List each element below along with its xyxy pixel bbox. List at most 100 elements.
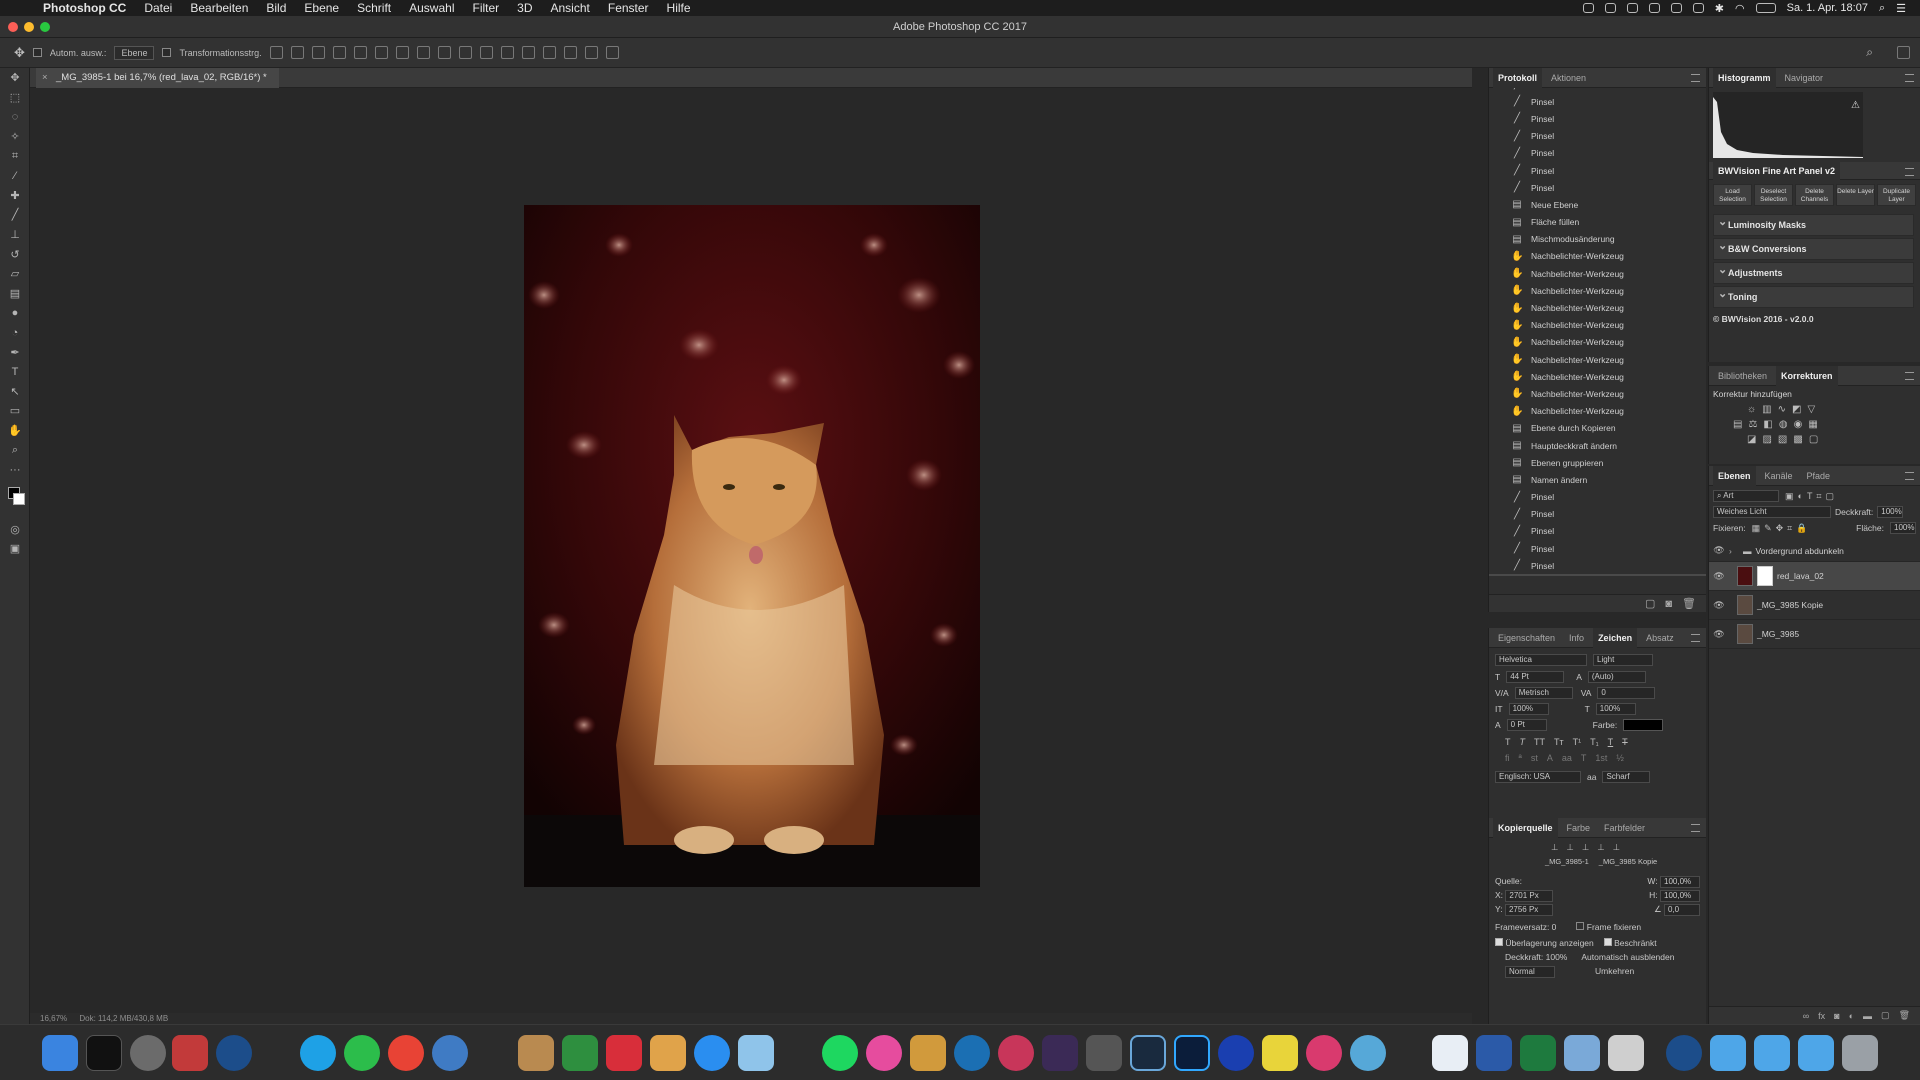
- brightness-icon[interactable]: ☼: [1747, 404, 1756, 415]
- panel-menu-icon[interactable]: [1905, 74, 1914, 82]
- strikethrough-icon[interactable]: T: [1622, 737, 1628, 747]
- history-item[interactable]: ╱Pinsel: [1489, 506, 1706, 523]
- history-item[interactable]: ▤ Fläche füllen: [1489, 214, 1706, 231]
- camera-icon[interactable]: [1350, 1035, 1386, 1071]
- app-icon[interactable]: [1306, 1035, 1342, 1071]
- eyedropper-tool-icon[interactable]: ⁄: [0, 166, 30, 186]
- anti-alias-select[interactable]: Scharf: [1602, 771, 1651, 783]
- new-document-icon[interactable]: ▢: [1645, 597, 1655, 610]
- history-item[interactable]: ✋ Nachbelichter-Werkzeug: [1489, 265, 1706, 282]
- history-item[interactable]: ╱Pinsel: [1489, 574, 1706, 576]
- transform-checkbox[interactable]: [162, 48, 172, 57]
- trash-icon[interactable]: [1842, 1035, 1878, 1071]
- auto-align-icon[interactable]: [521, 46, 535, 59]
- menu-schrift[interactable]: Schrift: [348, 1, 400, 15]
- overlay-opacity[interactable]: Deckkraft: 100%: [1505, 952, 1567, 962]
- levels-icon[interactable]: ▥: [1762, 404, 1771, 415]
- document-tab[interactable]: × _MG_3985-1 bei 16,7% (red_lava_02, RGB…: [36, 68, 279, 88]
- menu-datei[interactable]: Datei: [135, 1, 181, 15]
- exposure-icon[interactable]: ◩: [1792, 404, 1801, 415]
- app-icon[interactable]: [1042, 1035, 1078, 1071]
- distribute-icon[interactable]: [395, 46, 409, 59]
- color-lookup-icon[interactable]: ▦: [1808, 419, 1817, 430]
- layer-row[interactable]: 👁 › ▬ Vordergrund abdunkeln: [1709, 540, 1920, 562]
- y-offset-field[interactable]: 2756 Px: [1504, 904, 1553, 916]
- delete-channels-button[interactable]: Delete Channels: [1795, 184, 1834, 206]
- clone-source-slot-icon[interactable]: ⊥: [1566, 842, 1573, 853]
- lightroom-icon[interactable]: [1130, 1035, 1166, 1071]
- tab-kanaele[interactable]: Kanäle: [1760, 466, 1798, 486]
- menu-filter[interactable]: Filter: [463, 1, 508, 15]
- align-icon[interactable]: [269, 46, 283, 59]
- baseline-field[interactable]: 0 Pt: [1506, 719, 1547, 731]
- blend-mode-select[interactable]: Weiches Licht: [1713, 506, 1831, 518]
- history-item[interactable]: ▤ Ebene durch Kopieren: [1489, 420, 1706, 437]
- 3d-mode-icon[interactable]: [542, 46, 556, 59]
- panel-menu-icon[interactable]: [1905, 472, 1914, 480]
- duplicate-layer-button[interactable]: Duplicate Layer: [1877, 184, 1916, 206]
- align-icon[interactable]: [290, 46, 304, 59]
- bookmark-icon[interactable]: [606, 1035, 642, 1071]
- small-caps-icon[interactable]: Tт: [1554, 737, 1564, 747]
- tab-bibliotheken[interactable]: Bibliotheken: [1713, 366, 1772, 386]
- all-caps-icon[interactable]: TT: [1534, 737, 1545, 747]
- font-size-field[interactable]: 44 Pt: [1506, 671, 1565, 683]
- gradient-map-icon[interactable]: ▩: [1793, 434, 1802, 445]
- launchpad-icon[interactable]: [130, 1035, 166, 1071]
- adjustments-section[interactable]: Adjustments: [1713, 260, 1914, 284]
- marquee-tool-icon[interactable]: ⬚: [0, 88, 30, 108]
- history-item[interactable]: ▤ Neue Ebene: [1489, 196, 1706, 213]
- overlay-mode-select[interactable]: Normal: [1505, 966, 1555, 978]
- zoom-tool-icon[interactable]: ⌕: [0, 440, 30, 460]
- lasso-tool-icon[interactable]: ◌: [0, 107, 30, 127]
- battery-icon[interactable]: [1755, 3, 1776, 13]
- trash-icon[interactable]: 🗑: [1899, 1010, 1910, 1021]
- status-icon[interactable]: [1582, 3, 1594, 13]
- move-tool-icon[interactable]: ✥: [14, 45, 25, 61]
- menu-ansicht[interactable]: Ansicht: [542, 1, 599, 15]
- eye-icon[interactable]: 👁: [1709, 545, 1729, 556]
- word-icon[interactable]: [1476, 1035, 1512, 1071]
- distribute-icon[interactable]: [458, 46, 472, 59]
- toning-section[interactable]: Toning: [1713, 284, 1914, 308]
- menu-app[interactable]: Photoshop CC: [34, 1, 135, 15]
- language-select[interactable]: Englisch: USA: [1495, 771, 1581, 783]
- titling-icon[interactable]: aa: [1562, 753, 1572, 763]
- adjustment-layer-icon[interactable]: ◐: [1849, 1011, 1854, 1021]
- menu-ebene[interactable]: Ebene: [295, 1, 348, 15]
- link-icon[interactable]: ∞: [1803, 1011, 1809, 1021]
- warning-icon[interactable]: ⚠: [1851, 100, 1860, 111]
- color-swatches-icon[interactable]: [0, 479, 30, 519]
- app-icon[interactable]: [1086, 1035, 1122, 1071]
- menu-auswahl[interactable]: Auswahl: [400, 1, 463, 15]
- pen-tool-icon[interactable]: ✒: [0, 342, 30, 362]
- history-item[interactable]: ✋ Nachbelichter-Werkzeug: [1489, 368, 1706, 385]
- show-overlay-checkbox[interactable]: [1495, 938, 1503, 946]
- chrome-icon[interactable]: [388, 1035, 424, 1071]
- tab-aktionen[interactable]: Aktionen: [1546, 68, 1591, 88]
- history-item[interactable]: ✋ Nachbelichter-Werkzeug: [1489, 351, 1706, 368]
- document-image[interactable]: [524, 205, 980, 887]
- wifi-icon[interactable]: ◠: [1735, 2, 1745, 15]
- history-item[interactable]: ╱Pinsel: [1489, 162, 1706, 179]
- vibrance-icon[interactable]: ▽: [1807, 404, 1815, 415]
- eye-icon[interactable]: 👁: [1709, 571, 1729, 582]
- delete-layer-button[interactable]: Delete Layer: [1836, 184, 1875, 206]
- deselect-selection-button[interactable]: Deselect Selection: [1754, 184, 1793, 206]
- layer-row[interactable]: 👁 red_lava_02: [1709, 562, 1920, 591]
- app-icon[interactable]: [910, 1035, 946, 1071]
- evernote-icon[interactable]: [562, 1035, 598, 1071]
- healing-brush-tool-icon[interactable]: ✚: [0, 186, 30, 206]
- menu-bearbeiten[interactable]: Bearbeiten: [181, 1, 257, 15]
- history-item[interactable]: ╱Pinsel: [1489, 557, 1706, 574]
- status-icon[interactable]: [1604, 3, 1616, 13]
- clone-source-slot-icon[interactable]: ⊥: [1582, 842, 1589, 853]
- tab-farbe[interactable]: Farbe: [1562, 818, 1596, 838]
- layer-mask-thumbnail[interactable]: [1757, 566, 1773, 586]
- finder-icon[interactable]: [42, 1035, 78, 1071]
- app-icon[interactable]: [1218, 1035, 1254, 1071]
- history-item[interactable]: ▤ Namen ändern: [1489, 471, 1706, 488]
- itunes-icon[interactable]: [866, 1035, 902, 1071]
- curves-icon[interactable]: ∿: [1778, 404, 1786, 415]
- ligature-icon[interactable]: ﬁ: [1505, 753, 1510, 763]
